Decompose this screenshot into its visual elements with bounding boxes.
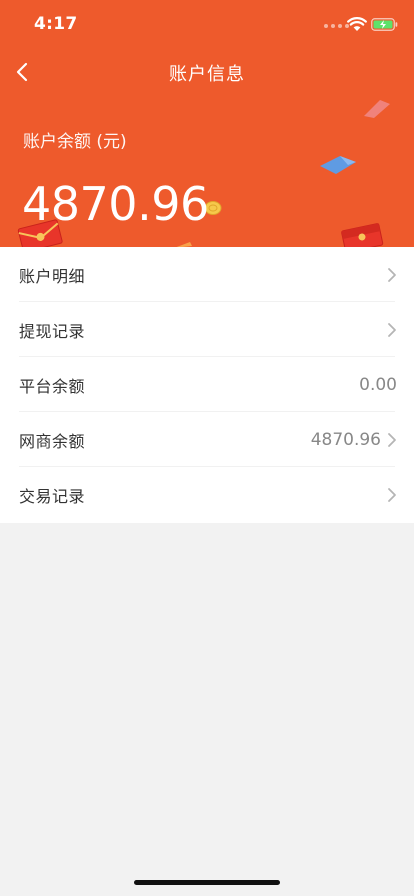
menu-item-mybank-balance[interactable]: 网商余额 4870.96 xyxy=(0,412,414,467)
page-title: 账户信息 xyxy=(169,64,245,85)
home-indicator[interactable] xyxy=(134,880,280,885)
status-time: 4:17 xyxy=(34,14,78,34)
wifi-icon xyxy=(347,17,367,31)
menu-item-label: 提现记录 xyxy=(19,321,86,341)
chevron-right-icon xyxy=(388,487,396,502)
balance-header: 4:17 账户信息 账户余额 (元) 4870.96 xyxy=(0,0,414,247)
battery-charging-icon xyxy=(371,18,398,31)
balance-amount: 4870.96 xyxy=(22,177,209,231)
menu-item-withdrawal-records[interactable]: 提现记录 xyxy=(0,302,414,357)
chevron-right-icon xyxy=(388,322,396,337)
confetti-orange-decoration xyxy=(176,242,192,247)
chevron-right-icon xyxy=(388,432,396,447)
account-info-screen: 4:17 账户信息 账户余额 (元) 4870.96 账户明细 提现记录 平台余… xyxy=(0,0,414,896)
balance-label: 账户余额 (元) xyxy=(23,132,127,152)
menu-item-transaction-records[interactable]: 交易记录 xyxy=(0,467,414,522)
confetti-pink-decoration xyxy=(364,100,390,118)
status-bar: 4:17 xyxy=(0,0,414,48)
menu-item-label: 账户明细 xyxy=(19,266,86,286)
chevron-right-icon xyxy=(388,267,396,282)
confetti-blue-decoration xyxy=(320,156,356,174)
menu-item-label: 交易记录 xyxy=(19,486,86,506)
navigation-bar: 账户信息 xyxy=(0,48,414,96)
menu-item-label: 平台余额 xyxy=(19,376,86,396)
menu-item-platform-balance: 平台余额 0.00 xyxy=(0,357,414,412)
platform-balance-value: 0.00 xyxy=(359,374,397,395)
mybank-balance-value: 4870.96 xyxy=(310,429,381,450)
menu-item-account-details[interactable]: 账户明细 xyxy=(0,247,414,302)
account-menu-list: 账户明细 提现记录 平台余额 0.00 网商余额 4870.96 交易记录 xyxy=(0,247,414,523)
cellular-signal-icon xyxy=(324,24,349,28)
menu-item-label: 网商余额 xyxy=(19,431,86,451)
red-envelope-decoration-right xyxy=(341,223,384,247)
